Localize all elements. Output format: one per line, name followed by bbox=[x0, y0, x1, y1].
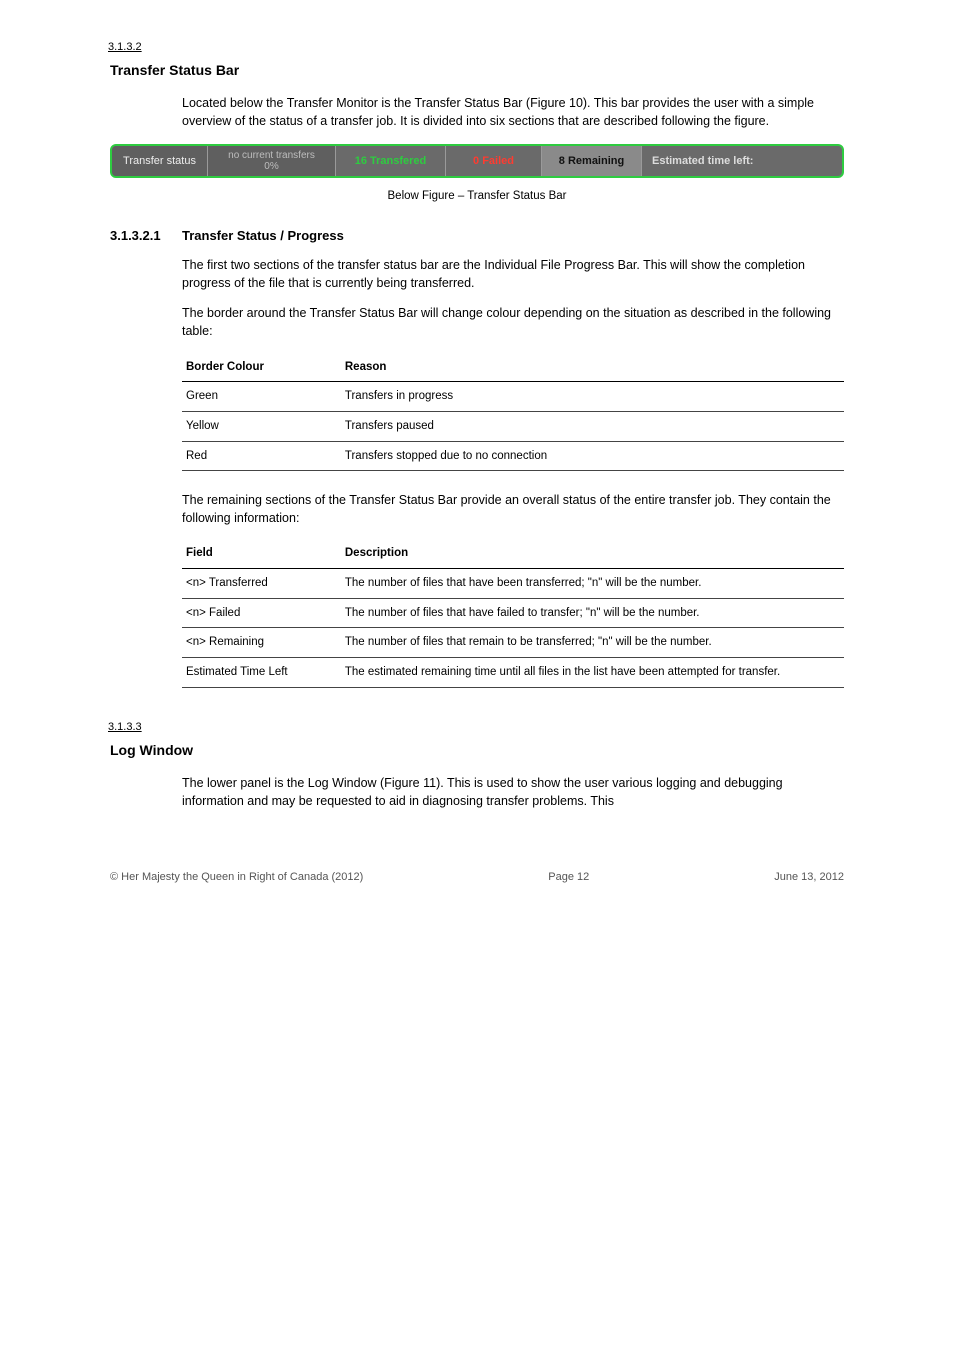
table-row: YellowTransfers paused bbox=[182, 411, 844, 441]
table-row: RedTransfers stopped due to no connectio… bbox=[182, 441, 844, 471]
table-cell: Green bbox=[182, 382, 341, 412]
table-cell: <n> Failed bbox=[182, 598, 341, 628]
th-desc: Description bbox=[341, 539, 844, 568]
table-cell: <n> Remaining bbox=[182, 628, 341, 658]
table-cell: Transfers stopped due to no connection bbox=[341, 441, 844, 471]
footer-page: Page 12 bbox=[548, 870, 589, 886]
table-cell: The number of files that have been trans… bbox=[341, 569, 844, 599]
th-field: Field bbox=[182, 539, 341, 568]
no-current-transfers: no current transfers bbox=[228, 150, 315, 162]
transfer-progress-cell: no current transfers 0% bbox=[208, 146, 336, 176]
footer-date: June 13, 2012 bbox=[774, 870, 844, 886]
section2-paragraph: The lower panel is the Log Window (Figur… bbox=[182, 774, 844, 810]
table-cell: Estimated Time Left bbox=[182, 658, 341, 688]
sub-p2: The border around the Transfer Status Ba… bbox=[182, 304, 844, 340]
th-reason: Reason bbox=[341, 353, 844, 382]
table-cell: <n> Transferred bbox=[182, 569, 341, 599]
table-cell: Transfers in progress bbox=[341, 382, 844, 412]
section-title: Transfer Status Bar bbox=[110, 60, 844, 80]
progress-percent: 0% bbox=[264, 161, 278, 173]
table-row: <n> FailedThe number of files that have … bbox=[182, 598, 844, 628]
section2-number: 3.1.3.3 bbox=[108, 720, 844, 736]
failed-count: 0 Failed bbox=[446, 146, 542, 176]
table-cell: The number of files that remain to be tr… bbox=[341, 628, 844, 658]
table-row: <n> TransferredThe number of files that … bbox=[182, 569, 844, 599]
table-row: GreenTransfers in progress bbox=[182, 382, 844, 412]
eta-label: Estimated time left: bbox=[642, 146, 842, 176]
section2-title: Log Window bbox=[110, 740, 844, 760]
sub-p3: The remaining sections of the Transfer S… bbox=[182, 491, 844, 527]
subsection-title: Transfer Status / Progress bbox=[182, 227, 344, 246]
sub-p1: The first two sections of the transfer s… bbox=[182, 256, 844, 292]
border-colour-table: Border Colour Reason GreenTransfers in p… bbox=[182, 353, 844, 472]
transferred-count: 16 Transfered bbox=[336, 146, 446, 176]
fields-table: Field Description <n> TransferredThe num… bbox=[182, 539, 844, 687]
figure-caption: Below Figure – Transfer Status Bar bbox=[110, 188, 844, 205]
table-cell: Yellow bbox=[182, 411, 341, 441]
table-cell: The estimated remaining time until all f… bbox=[341, 658, 844, 688]
table-row: <n> RemainingThe number of files that re… bbox=[182, 628, 844, 658]
transfer-status-label: Transfer status bbox=[112, 146, 208, 176]
table-cell: Transfers paused bbox=[341, 411, 844, 441]
section-number: 3.1.3.2 bbox=[108, 40, 844, 56]
th-colour: Border Colour bbox=[182, 353, 341, 382]
intro-paragraph: Located below the Transfer Monitor is th… bbox=[182, 94, 844, 130]
page-footer: © Her Majesty the Queen in Right of Cana… bbox=[0, 870, 954, 886]
table-row: Estimated Time LeftThe estimated remaini… bbox=[182, 658, 844, 688]
subsection-number: 3.1.3.2.1 bbox=[110, 227, 182, 246]
remaining-count: 8 Remaining bbox=[542, 146, 642, 176]
transfer-status-bar: Transfer status no current transfers 0% … bbox=[110, 144, 844, 178]
figure-transfer-status-bar: Transfer status no current transfers 0% … bbox=[110, 144, 844, 178]
table-cell: Red bbox=[182, 441, 341, 471]
table-cell: The number of files that have failed to … bbox=[341, 598, 844, 628]
footer-copyright: © Her Majesty the Queen in Right of Cana… bbox=[110, 870, 363, 886]
